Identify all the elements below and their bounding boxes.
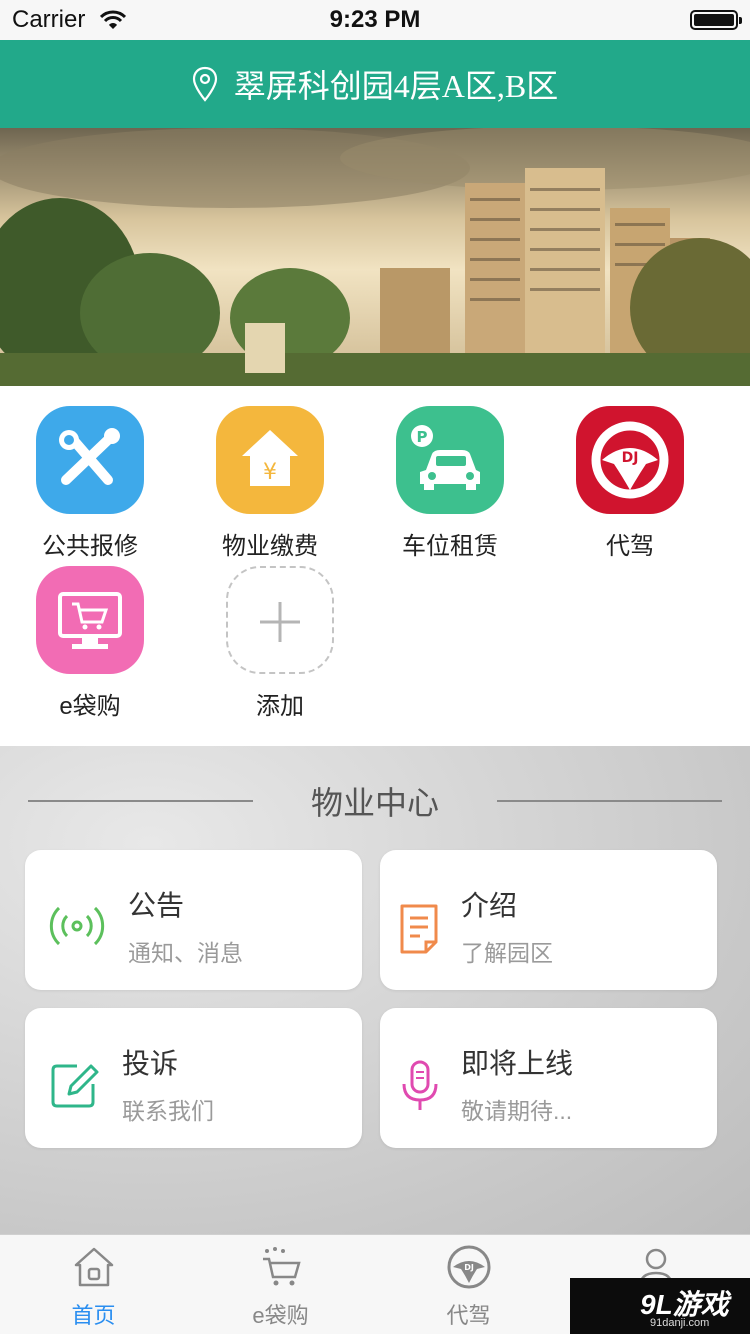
service-designated-driver[interactable]: DJ 代驾 — [540, 386, 720, 560]
svg-text:DJ: DJ — [622, 450, 639, 466]
status-bar: Carrier 9:23 PM — [0, 0, 750, 40]
steering-wheel-dj-icon: DJ — [576, 406, 684, 514]
card-title: 即将上线 — [461, 1048, 574, 1079]
tab-home[interactable]: 首页 — [0, 1235, 187, 1334]
tab-label: 代驾 — [446, 1303, 491, 1328]
divider-right — [497, 800, 722, 802]
service-label: 添加 — [256, 693, 304, 720]
service-label: e袋购 — [59, 693, 121, 720]
watermark-site: 91danji.com — [650, 1317, 710, 1329]
header-bar: 翠屏科创园4层A区,B区 — [0, 40, 750, 128]
card-subtitle: 联系我们 — [122, 1098, 214, 1124]
tab-label: 首页 — [71, 1303, 116, 1328]
card-introduction[interactable]: 介绍 了解园区 — [380, 850, 717, 990]
shopping-cart-screen-icon — [36, 566, 144, 674]
service-property-fee[interactable]: ¥ 物业缴费 — [180, 386, 360, 560]
card-complaint[interactable]: 投诉 联系我们 — [25, 1008, 362, 1148]
card-title: 投诉 — [122, 1048, 179, 1079]
svg-text:¥: ¥ — [263, 460, 277, 485]
service-add[interactable]: 添加 — [190, 546, 370, 720]
card-subtitle: 通知、消息 — [128, 940, 243, 966]
section-title: 物业中心 — [310, 785, 439, 821]
card-title: 公告 — [128, 890, 185, 921]
tab-driver[interactable]: DJ 代驾 — [375, 1235, 562, 1334]
divider-left — [28, 800, 253, 802]
cart-icon — [263, 1247, 301, 1286]
card-announcement[interactable]: 公告 通知、消息 — [25, 850, 362, 990]
service-grid: 公共报修 ¥ 物业缴费 P 车位租赁 DJ 代驾 e袋购 添加 — [0, 386, 750, 746]
status-time: 9:23 PM — [329, 6, 421, 33]
service-label: 代驾 — [606, 533, 654, 560]
steering-wheel-icon: DJ — [447, 1245, 491, 1289]
tab-e-shop[interactable]: e袋购 — [187, 1235, 374, 1334]
service-public-repair[interactable]: 公共报修 — [0, 386, 180, 560]
document-icon — [400, 904, 438, 954]
broadcast-icon — [49, 906, 105, 946]
tools-icon — [36, 406, 144, 514]
service-parking-rental[interactable]: P 车位租赁 — [360, 386, 540, 560]
card-title: 介绍 — [461, 890, 518, 921]
microphone-icon — [402, 1060, 438, 1110]
card-coming-soon[interactable]: 即将上线 敬请期待... — [380, 1008, 717, 1148]
battery-icon — [690, 10, 742, 30]
location-selector[interactable]: 翠屏科创园4层A区,B区 — [0, 40, 750, 128]
service-label: 车位租赁 — [402, 533, 498, 560]
banner-illustration — [0, 128, 750, 386]
card-subtitle: 敬请期待... — [461, 1098, 573, 1124]
parking-car-icon: P — [396, 406, 504, 514]
home-icon — [74, 1247, 114, 1287]
house-yen-icon: ¥ — [216, 406, 324, 514]
add-icon — [226, 566, 334, 674]
location-pin-icon — [192, 66, 217, 102]
service-e-shop[interactable]: e袋购 — [0, 546, 180, 720]
svg-text:DJ: DJ — [464, 1263, 474, 1272]
banner-image[interactable] — [0, 128, 750, 386]
edit-icon — [51, 1064, 99, 1108]
card-subtitle: 了解园区 — [461, 940, 553, 966]
tab-label: e袋购 — [252, 1303, 309, 1328]
svg-text:P: P — [417, 428, 428, 446]
header-title: 翠屏科创园4层A区,B区 — [233, 68, 559, 104]
